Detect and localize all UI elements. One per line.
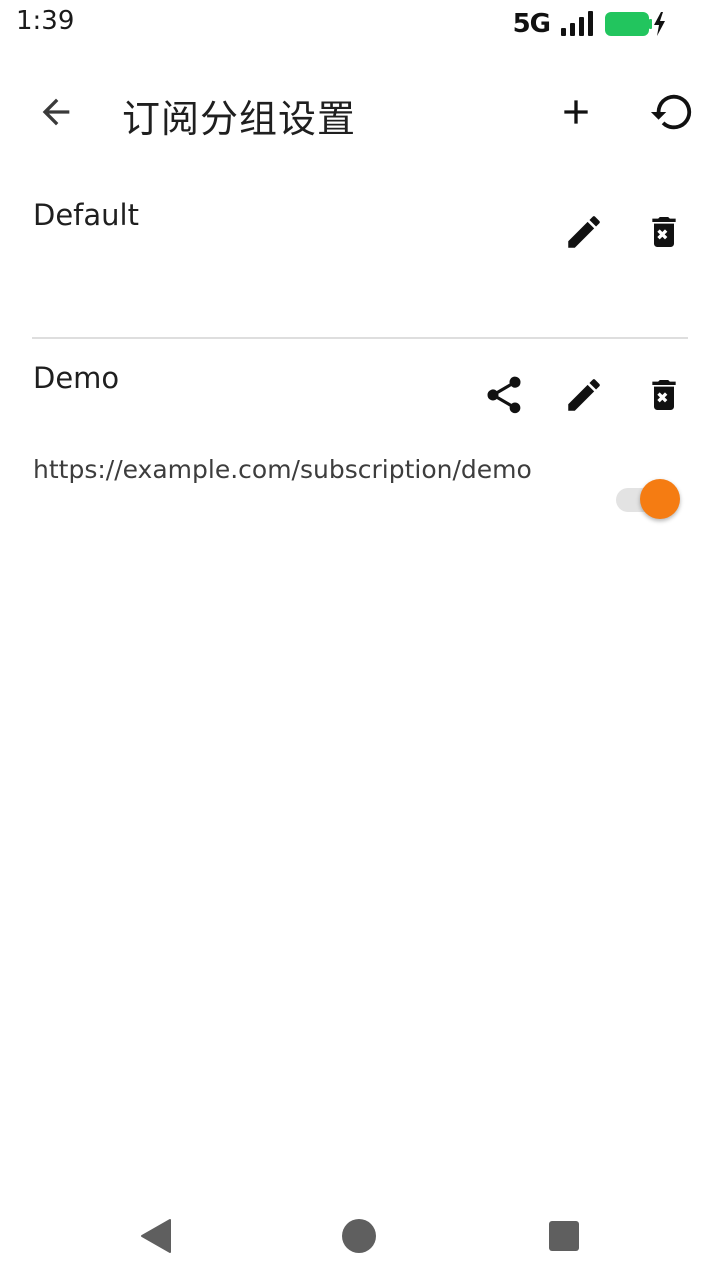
edit-icon (568, 379, 600, 411)
delete-button[interactable] (636, 367, 692, 423)
group-item-demo[interactable]: Demo https://example.com/subscription/de… (0, 339, 720, 539)
delete-icon (652, 380, 676, 410)
status-time: 1:39 (16, 6, 75, 36)
plus-icon (564, 100, 588, 124)
nav-recents-icon (549, 1221, 579, 1251)
back-button[interactable] (28, 84, 84, 140)
signal-icon (560, 11, 594, 37)
status-bar: 1:39 5G (0, 0, 720, 48)
delete-icon (652, 217, 676, 247)
group-name: Demo (33, 361, 120, 395)
nav-recents-button[interactable] (534, 1206, 594, 1266)
app-bar: 订阅分组设置 (0, 64, 720, 160)
system-nav-bar (0, 1190, 720, 1280)
status-icons: 5G (513, 8, 668, 40)
enable-switch[interactable] (616, 477, 684, 521)
nav-back-icon (141, 1219, 171, 1253)
refresh-icon (650, 94, 692, 130)
add-group-button[interactable] (548, 84, 604, 140)
switch-thumb (640, 479, 680, 519)
battery-charging-icon (604, 10, 668, 38)
share-button[interactable] (476, 367, 532, 423)
group-name: Default (33, 198, 139, 232)
nav-home-icon (342, 1219, 376, 1253)
delete-button[interactable] (636, 204, 692, 260)
refresh-button[interactable] (644, 84, 700, 140)
arrow-back-icon (42, 98, 70, 126)
edit-icon (568, 216, 600, 248)
group-item-default[interactable]: Default (0, 160, 720, 338)
page-title: 订阅分组设置 (122, 97, 357, 141)
edit-button[interactable] (556, 204, 612, 260)
group-url: https://example.com/subscription/demo (33, 455, 532, 484)
edit-button[interactable] (556, 367, 612, 423)
share-icon (487, 376, 521, 414)
nav-home-button[interactable] (329, 1206, 389, 1266)
network-type: 5G (512, 9, 551, 39)
nav-back-button[interactable] (126, 1206, 186, 1266)
